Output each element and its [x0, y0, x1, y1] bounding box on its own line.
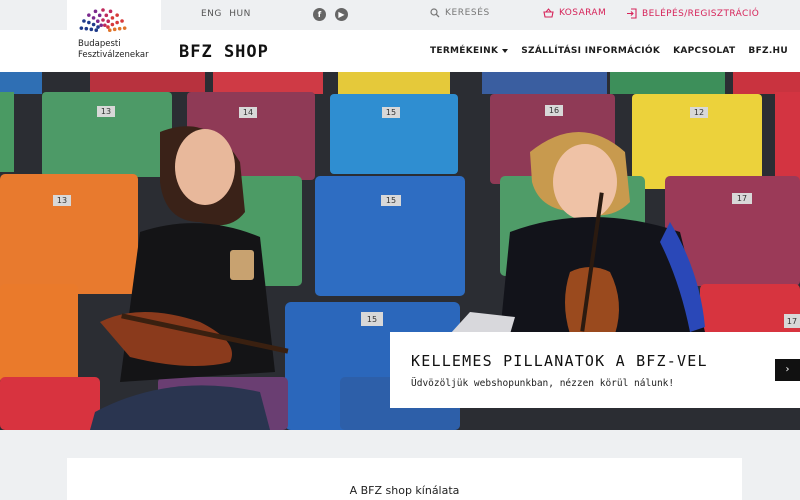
- main-nav: TERMÉKEINK SZÁLLÍTÁSI INFORMÁCIÓK KAPCSO…: [430, 46, 788, 56]
- hero-caption-subtitle: Üdvözöljük webshopunkban, nézzen körül n…: [411, 378, 675, 389]
- cart-link[interactable]: KOSARAM: [543, 8, 606, 18]
- nav-shipping[interactable]: SZÁLLÍTÁSI INFORMÁCIÓK: [521, 46, 660, 56]
- seat-number-label: 15: [386, 196, 396, 205]
- offer-section-title: A BFZ shop kínálata: [349, 484, 460, 497]
- hero-banner: 13 14 15 16 12 13 15 17 15 17 KELLEMES PILLANATOK…: [0, 72, 800, 430]
- logo[interactable]: Budapesti Fesztiválzenekar: [67, 0, 161, 72]
- facebook-icon[interactable]: f: [313, 8, 326, 21]
- slider-next-button[interactable]: ›: [775, 359, 800, 381]
- lang-hu-link[interactable]: HUN: [229, 9, 251, 19]
- seat-number-label: 12: [694, 108, 704, 117]
- chevron-down-icon: [502, 48, 509, 53]
- seat-number-label: 17: [787, 317, 797, 326]
- hero-caption-title: KELLEMES PILLANATOK A BFZ-VEL: [411, 352, 708, 370]
- search-button[interactable]: KERESÉS: [430, 8, 490, 18]
- cart-label: KOSARAM: [559, 8, 607, 18]
- shop-title[interactable]: BFZ SHOP: [179, 42, 269, 62]
- nav-contact[interactable]: KAPCSOLAT: [673, 46, 735, 56]
- login-icon: [627, 8, 637, 19]
- hero-caption-card: KELLEMES PILLANATOK A BFZ-VEL Üdvözöljük…: [390, 332, 800, 408]
- seat-number-label: 13: [101, 107, 111, 116]
- seat-number-label: 17: [737, 194, 747, 203]
- seat-number-label: 16: [549, 106, 559, 115]
- youtube-icon[interactable]: ▶: [335, 8, 348, 21]
- login-register-link[interactable]: BELÉPÉS/REGISZTRÁCIÓ: [626, 8, 759, 19]
- seat-number-label: 15: [367, 315, 377, 324]
- offer-section: A BFZ shop kínálata: [67, 458, 742, 500]
- search-icon: [430, 8, 440, 18]
- seat-number-label: 14: [243, 108, 253, 117]
- seat-number-label: 13: [57, 196, 67, 205]
- seat-number-label: 15: [386, 108, 396, 117]
- orchestra-logo-icon: [79, 8, 127, 32]
- logo-text: Budapesti Fesztiválzenekar: [78, 39, 149, 60]
- nav-products[interactable]: TERMÉKEINK: [430, 46, 509, 56]
- login-label: BELÉPÉS/REGISZTRÁCIÓ: [642, 8, 760, 19]
- nav-bfz-site[interactable]: BFZ.HU: [748, 46, 788, 56]
- chevron-right-icon: ›: [785, 364, 790, 375]
- search-label: KERESÉS: [445, 8, 490, 18]
- basket-icon: [543, 8, 554, 18]
- lang-en-link[interactable]: ENG: [201, 9, 222, 19]
- language-switcher: ENG HUN: [201, 9, 255, 19]
